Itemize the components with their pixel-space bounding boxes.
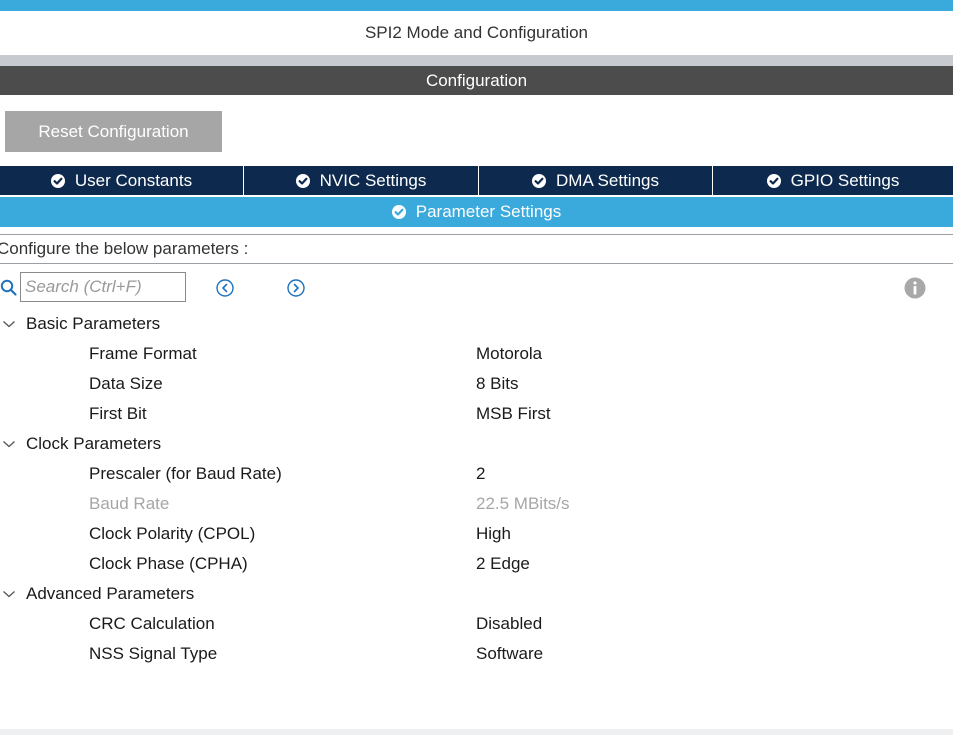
param-name: Data Size	[89, 374, 163, 393]
param-name: Clock Polarity (CPOL)	[89, 524, 256, 543]
param-row-baud-rate: Baud Rate 22.5 MBits/s	[0, 489, 953, 519]
group-label: Advanced Parameters	[26, 584, 195, 603]
check-circle-icon	[50, 173, 65, 188]
tab-user-constants[interactable]: User Constants	[0, 166, 244, 195]
divider	[0, 263, 953, 264]
param-name: Frame Format	[89, 344, 197, 363]
tab-label: GPIO Settings	[790, 170, 900, 190]
next-result-icon[interactable]	[286, 278, 306, 298]
configure-instructions: Configure the below parameters :	[0, 239, 249, 258]
search-input[interactable]	[20, 272, 186, 302]
group-label: Basic Parameters	[26, 314, 161, 333]
chevron-down-icon[interactable]	[2, 588, 16, 600]
tab-nvic-settings[interactable]: NVIC Settings	[244, 166, 479, 195]
check-circle-icon	[532, 173, 546, 188]
divider	[0, 234, 953, 235]
param-value[interactable]: Disabled	[476, 609, 542, 639]
param-row-prescaler[interactable]: Prescaler (for Baud Rate) 2	[0, 459, 953, 489]
param-row-first-bit[interactable]: First Bit MSB First	[0, 399, 953, 429]
tab-parameter-settings[interactable]: Parameter Settings	[0, 197, 953, 227]
check-circle-icon	[295, 173, 310, 188]
param-value[interactable]: High	[476, 519, 511, 549]
param-value: 22.5 MBits/s	[476, 494, 570, 513]
param-name: NSS Signal Type	[89, 644, 218, 663]
param-row-clock-polarity[interactable]: Clock Polarity (CPOL) High	[0, 519, 953, 549]
check-circle-icon	[391, 205, 406, 219]
top-accent-strip	[0, 0, 953, 11]
param-row-clock-phase[interactable]: Clock Phase (CPHA) 2 Edge	[0, 549, 953, 579]
param-row-frame-format[interactable]: Frame Format Motorola	[0, 339, 953, 369]
chevron-down-icon[interactable]	[2, 438, 16, 450]
param-row-data-size[interactable]: Data Size 8 Bits	[0, 369, 953, 399]
group-clock-parameters[interactable]: Clock Parameters	[0, 429, 953, 459]
separator-strip	[0, 55, 953, 66]
param-value[interactable]: 2	[476, 459, 485, 489]
group-advanced-parameters[interactable]: Advanced Parameters	[0, 579, 953, 609]
group-basic-parameters[interactable]: Basic Parameters	[0, 309, 953, 339]
param-value[interactable]: Motorola	[476, 339, 542, 369]
param-value[interactable]: Software	[476, 639, 543, 669]
mode-title: SPI2 Mode and Configuration	[0, 11, 953, 55]
param-value[interactable]: 8 Bits	[476, 369, 519, 399]
search-icon[interactable]	[0, 279, 18, 297]
param-name: Prescaler (for Baud Rate)	[89, 464, 282, 483]
settings-tabs: User Constants NVIC Settings DMA Setting…	[0, 166, 953, 195]
param-name: First Bit	[89, 404, 147, 423]
configuration-header: Configuration	[0, 66, 953, 95]
param-row-crc-calculation[interactable]: CRC Calculation Disabled	[0, 609, 953, 639]
tab-dma-settings[interactable]: DMA Settings	[479, 166, 713, 195]
check-circle-icon	[766, 173, 781, 188]
group-label: Clock Parameters	[26, 434, 162, 453]
reset-configuration-button[interactable]: Reset Configuration	[5, 111, 222, 152]
chevron-down-icon[interactable]	[2, 318, 16, 330]
tab-label: NVIC Settings	[319, 170, 427, 190]
tab-label: User Constants	[74, 170, 193, 190]
param-value[interactable]: MSB First	[476, 399, 551, 429]
tab-gpio-settings[interactable]: GPIO Settings	[713, 166, 953, 195]
param-name: Clock Phase (CPHA)	[89, 554, 248, 573]
param-name: CRC Calculation	[89, 614, 215, 633]
info-icon[interactable]	[904, 277, 926, 299]
previous-result-icon[interactable]	[215, 278, 235, 298]
param-row-nss-signal-type[interactable]: NSS Signal Type Software	[0, 639, 953, 669]
tab-label: Parameter Settings	[415, 202, 562, 221]
param-name: Baud Rate	[89, 494, 170, 513]
bottom-strip	[0, 729, 953, 735]
param-value[interactable]: 2 Edge	[476, 549, 530, 579]
tab-label: DMA Settings	[556, 170, 659, 190]
